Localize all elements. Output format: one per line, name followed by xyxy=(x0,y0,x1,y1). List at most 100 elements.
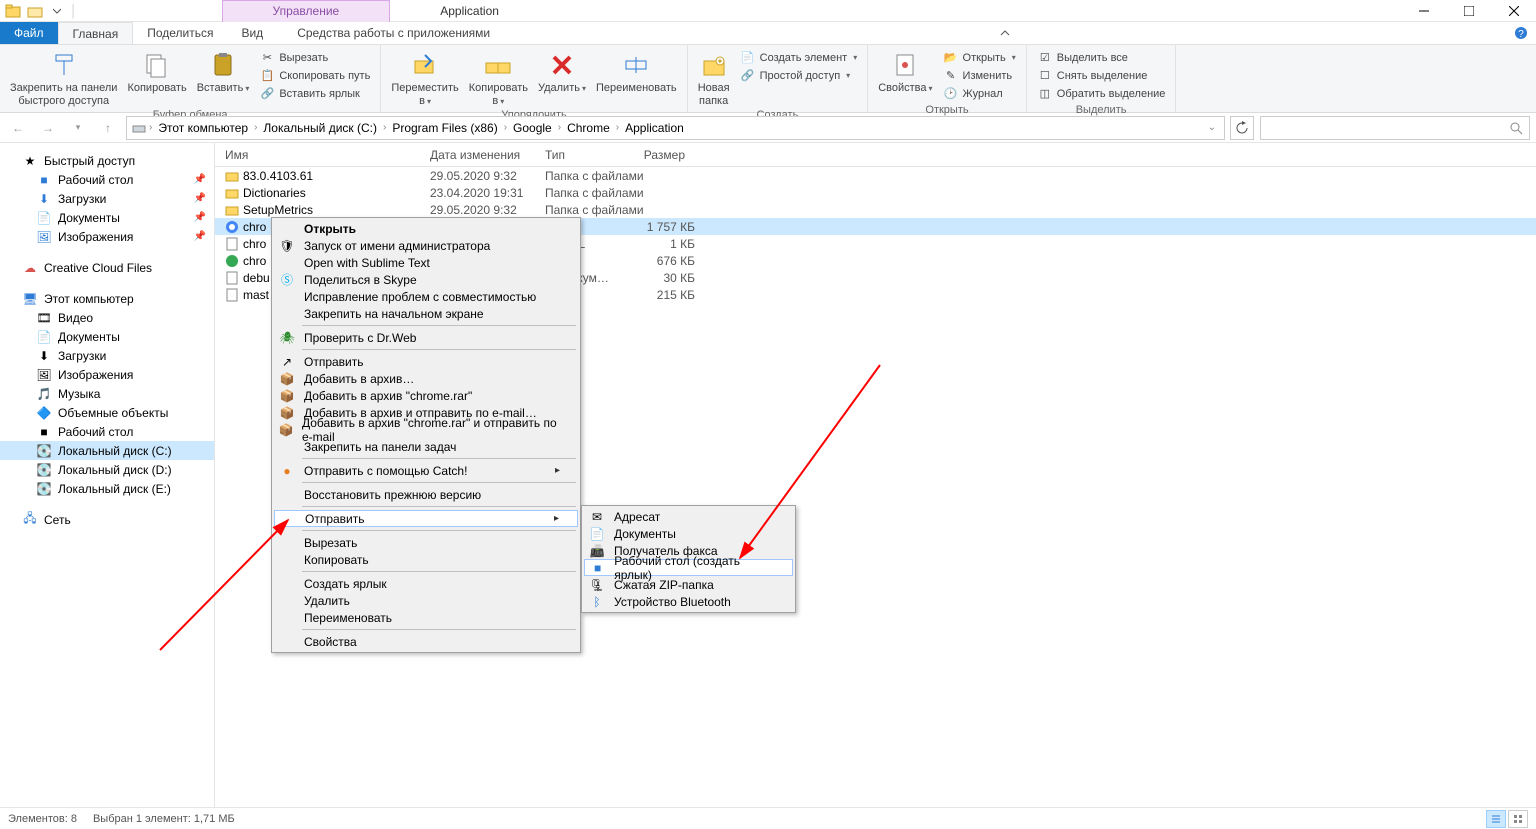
select-all-button[interactable]: ☑Выделить все xyxy=(1035,49,1168,66)
copy-button[interactable]: Копировать xyxy=(123,47,190,97)
ctx-props[interactable]: Свойства xyxy=(274,633,578,650)
sub-docs[interactable]: 📄Документы xyxy=(584,525,793,542)
bc-application[interactable]: Application xyxy=(621,121,688,135)
tree-documents2[interactable]: 📄Документы xyxy=(0,327,214,346)
maximize-button[interactable] xyxy=(1446,0,1491,22)
ctx-cut[interactable]: Вырезать xyxy=(274,534,578,551)
ctx-delete[interactable]: Удалить xyxy=(274,592,578,609)
view-details-button[interactable] xyxy=(1486,810,1506,828)
breadcrumb[interactable]: › Этот компьютер› Локальный диск (C:)› P… xyxy=(126,116,1225,140)
new-folder-button[interactable]: ✦Новая папка xyxy=(694,47,734,109)
ctx-copy[interactable]: Копировать xyxy=(274,551,578,568)
ctx-compat[interactable]: Исправление проблем с совместимостью xyxy=(274,288,578,305)
tree-downloads[interactable]: ⬇Загрузки📌 xyxy=(0,189,214,208)
tree-desktop2[interactable]: ■Рабочий стол xyxy=(0,422,214,441)
sub-zip[interactable]: 🗜Сжатая ZIP-папка xyxy=(584,576,793,593)
ctx-addchromerar[interactable]: 📦Добавить в архив "chrome.rar" xyxy=(274,387,578,404)
delete-button[interactable]: Удалить▾ xyxy=(534,47,590,97)
ctx-shortcut[interactable]: Создать ярлык xyxy=(274,575,578,592)
ctx-catch[interactable]: ●Отправить с помощью Catch!▸ xyxy=(274,462,578,479)
edit-button[interactable]: ✎Изменить xyxy=(941,67,1018,84)
ctx-sendto[interactable]: Отправить▸ xyxy=(274,510,578,527)
tree-diske[interactable]: 💽Локальный диск (E:) xyxy=(0,479,214,498)
tree-pictures[interactable]: 🖼Изображения📌 xyxy=(0,227,214,246)
tree-diskc[interactable]: 💽Локальный диск (C:) xyxy=(0,441,214,460)
pin-quick-access-button[interactable]: Закрепить на панели быстрого доступа xyxy=(6,47,121,109)
ctx-share[interactable]: ↗Отправить xyxy=(274,353,578,370)
bc-diskc[interactable]: Локальный диск (C:) xyxy=(259,121,381,135)
help-icon[interactable]: ? xyxy=(1506,22,1536,44)
col-date[interactable]: Дата изменения xyxy=(420,148,535,162)
invert-selection-button[interactable]: ◫Обратить выделение xyxy=(1035,85,1168,102)
view-icons-button[interactable] xyxy=(1508,810,1528,828)
ctx-addarchive[interactable]: 📦Добавить в архив… xyxy=(274,370,578,387)
tab-view[interactable]: Вид xyxy=(227,22,277,44)
tab-home[interactable]: Главная xyxy=(58,22,134,44)
ctx-skype[interactable]: ⓈПоделиться в Skype xyxy=(274,271,578,288)
file-list[interactable]: Имя Дата изменения Тип Размер 83.0.4103.… xyxy=(215,143,1536,807)
tab-file[interactable]: Файл xyxy=(0,22,58,44)
minimize-button[interactable] xyxy=(1401,0,1446,22)
bc-chrome[interactable]: Chrome xyxy=(563,121,614,135)
title-context-tab[interactable]: Управление xyxy=(222,0,391,22)
list-header[interactable]: Имя Дата изменения Тип Размер xyxy=(215,143,1536,167)
context-menu[interactable]: Открыть 🛡Запуск от имени администратора … xyxy=(271,217,581,653)
ctx-sublime[interactable]: Open with Sublime Text xyxy=(274,254,578,271)
tree-music[interactable]: 🎵Музыка xyxy=(0,384,214,403)
history-button[interactable]: 🕑Журнал xyxy=(941,85,1018,102)
search-input[interactable] xyxy=(1260,116,1530,140)
tree-thispc[interactable]: 🖥Этот компьютер xyxy=(0,289,214,308)
tree-downloads2[interactable]: ⬇Загрузки xyxy=(0,346,214,365)
tree-diskd[interactable]: 💽Локальный диск (D:) xyxy=(0,460,214,479)
up-button[interactable]: ↑ xyxy=(96,116,120,140)
qat-dropdown-icon[interactable] xyxy=(48,2,66,20)
list-row[interactable]: Dictionaries23.04.2020 19:31Папка с файл… xyxy=(215,184,1536,201)
recent-dropdown[interactable]: ▾ xyxy=(66,116,90,140)
new-item-button[interactable]: 📄Создать элемент▾ xyxy=(738,49,860,66)
paste-shortcut-button[interactable]: 🔗Вставить ярлык xyxy=(257,85,372,102)
open-button[interactable]: 📂Открыть▾ xyxy=(941,49,1018,66)
sub-recipient[interactable]: ✉Адресат xyxy=(584,508,793,525)
tab-share[interactable]: Поделиться xyxy=(133,22,227,44)
tree-creative-cloud[interactable]: ☁Creative Cloud Files xyxy=(0,258,214,277)
list-row[interactable]: SetupMetrics29.05.2020 9:32Папка с файла… xyxy=(215,201,1536,218)
bc-google[interactable]: Google xyxy=(509,121,556,135)
ctx-drweb[interactable]: 🕷Проверить с Dr.Web xyxy=(274,329,578,346)
tree-documents[interactable]: 📄Документы📌 xyxy=(0,208,214,227)
paste-button[interactable]: Вставить▾ xyxy=(193,47,254,97)
rename-button[interactable]: Переименовать xyxy=(592,47,681,97)
tree-network[interactable]: 🖧Сеть xyxy=(0,510,214,529)
tree-desktop[interactable]: ■Рабочий стол📌 xyxy=(0,170,214,189)
close-button[interactable] xyxy=(1491,0,1536,22)
ctx-addraremail[interactable]: 📦Добавить в архив "chrome.rar" и отправи… xyxy=(274,421,578,438)
ctx-restore[interactable]: Восстановить прежнюю версию xyxy=(274,486,578,503)
ribbon-collapse-icon[interactable] xyxy=(991,22,1019,44)
sub-bt[interactable]: ᛒУстройство Bluetooth xyxy=(584,593,793,610)
ctx-rename[interactable]: Переименовать xyxy=(274,609,578,626)
tree-videos[interactable]: 🎞Видео xyxy=(0,308,214,327)
ctx-runas[interactable]: 🛡Запуск от имени администратора xyxy=(274,237,578,254)
tab-apptools[interactable]: Средства работы с приложениями xyxy=(283,22,504,44)
refresh-button[interactable] xyxy=(1230,116,1254,140)
copy-to-button[interactable]: Копировать в▾ xyxy=(465,47,532,109)
ctx-open[interactable]: Открыть xyxy=(274,220,578,237)
bc-dropdown-icon[interactable]: ⌄ xyxy=(1208,122,1220,133)
ctx-startpin[interactable]: Закрепить на начальном экране xyxy=(274,305,578,322)
properties-button[interactable]: Свойства▾ xyxy=(874,47,936,97)
tree-3dobjects[interactable]: 🔷Объемные объекты xyxy=(0,403,214,422)
tree-pictures2[interactable]: 🖼Изображения xyxy=(0,365,214,384)
cut-button[interactable]: ✂Вырезать xyxy=(257,49,372,66)
easy-access-button[interactable]: 🔗Простой доступ▾ xyxy=(738,67,860,84)
navigation-tree[interactable]: ★Быстрый доступ ■Рабочий стол📌 ⬇Загрузки… xyxy=(0,143,215,807)
list-row[interactable]: 83.0.4103.6129.05.2020 9:32Папка с файла… xyxy=(215,167,1536,184)
ctx-taskbarpin[interactable]: Закрепить на панели задач xyxy=(274,438,578,455)
bc-pf86[interactable]: Program Files (x86) xyxy=(388,121,501,135)
sendto-submenu[interactable]: ✉Адресат 📄Документы 📠Получатель факса ■Р… xyxy=(581,505,796,613)
forward-button[interactable]: → xyxy=(36,116,60,140)
col-size[interactable]: Размер xyxy=(625,148,685,162)
back-button[interactable]: ← xyxy=(6,116,30,140)
col-name[interactable]: Имя xyxy=(215,148,420,162)
sub-desktop[interactable]: ■Рабочий стол (создать ярлык) xyxy=(584,559,793,576)
copy-path-button[interactable]: 📋Скопировать путь xyxy=(257,67,372,84)
select-none-button[interactable]: ☐Снять выделение xyxy=(1035,67,1168,84)
